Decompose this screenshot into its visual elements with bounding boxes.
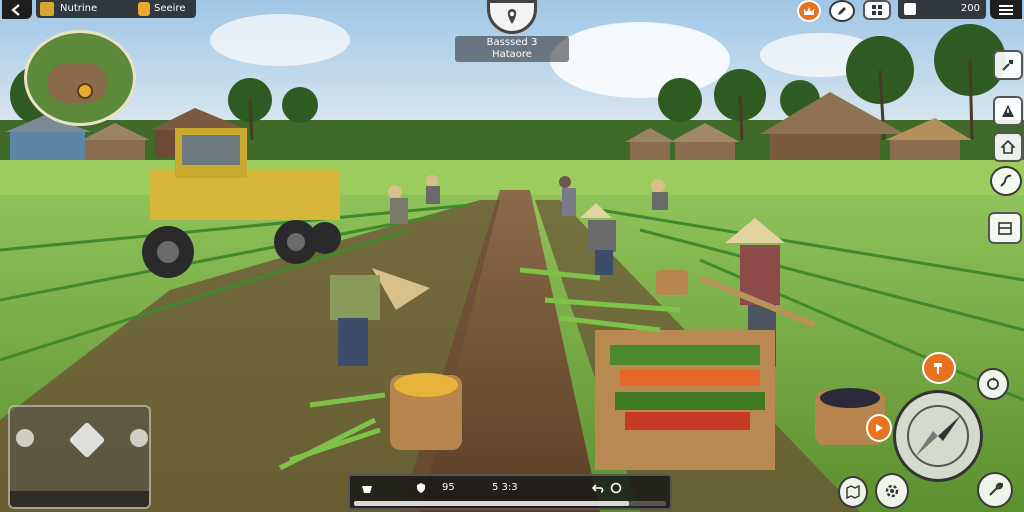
rotate-button[interactable] [977,368,1009,400]
compass-icon [907,405,969,467]
settings-icon [885,484,899,498]
back-button[interactable] [2,0,32,19]
joystick-right-icon [130,429,148,447]
minimap-field [47,63,107,103]
harvest-button[interactable] [990,166,1022,196]
coin-icon [138,2,150,16]
shield-icon [417,483,425,493]
slot-4[interactable] [592,480,622,496]
slot-3[interactable]: 5 3:3 [492,480,518,496]
build-button[interactable] [977,472,1013,508]
storage-icon [998,222,1012,235]
sickle-icon [1000,174,1012,187]
menu-button[interactable] [990,0,1022,19]
hammer-icon [934,363,942,374]
score-value: 200 [960,3,980,14]
map-marker-icon [77,83,93,99]
resource-icon [40,2,54,16]
progress-fill [354,501,629,506]
joystick-status [10,491,149,507]
map-button[interactable] [838,476,868,508]
minimap[interactable] [24,30,136,126]
crown-icon [804,7,814,15]
basket-icon [362,486,372,493]
resource-bar: Nutrine Seeire [36,0,196,18]
center-status: Basssed 3 Hataore [455,36,569,62]
center-status-line2: Hataore [492,49,532,60]
home-button[interactable] [993,132,1023,162]
crown-button[interactable] [797,0,821,22]
slot-1[interactable] [356,480,378,496]
grid-icon [872,5,882,15]
rotate-icon [987,377,999,390]
joystick-left-icon [16,429,34,447]
wrench-icon [989,482,1003,496]
map-pin-icon [507,9,517,24]
progress-track [354,501,666,506]
compass-button[interactable] [893,390,983,482]
small-orange-button[interactable] [866,414,892,442]
score-icon [904,3,916,15]
timer-icon [610,482,622,494]
center-status-line1: Basssed 3 [486,37,538,48]
slot-2[interactable]: 95 [416,480,455,496]
inventory-button[interactable] [863,0,891,20]
map-icon [846,485,860,499]
settings-button[interactable] [875,473,909,509]
storage-button[interactable] [988,212,1022,244]
resource-label: Nutrine [60,3,98,14]
warning-icon [1002,105,1014,117]
slot-3-value: 5 3:3 [492,482,518,493]
slot-2-value: 95 [442,482,455,493]
pencil-icon [838,7,846,15]
shovel-button[interactable] [993,50,1023,80]
resource-value: Seeire [154,3,186,14]
score-bar: 200 [898,0,986,19]
bottom-action-bar: 95 5 3:3 [348,474,672,510]
joystick-thumb[interactable] [68,421,106,459]
warning-button[interactable] [993,96,1023,126]
menu-icon [999,4,1013,15]
undo-icon [592,484,604,493]
home-icon [1001,140,1015,154]
edit-button[interactable] [829,0,855,22]
shovel-icon [1002,60,1013,71]
back-arrow-icon [11,3,20,16]
tool-orange-button[interactable] [922,352,956,384]
joystick-panel[interactable] [8,405,151,509]
play-icon [876,424,883,432]
